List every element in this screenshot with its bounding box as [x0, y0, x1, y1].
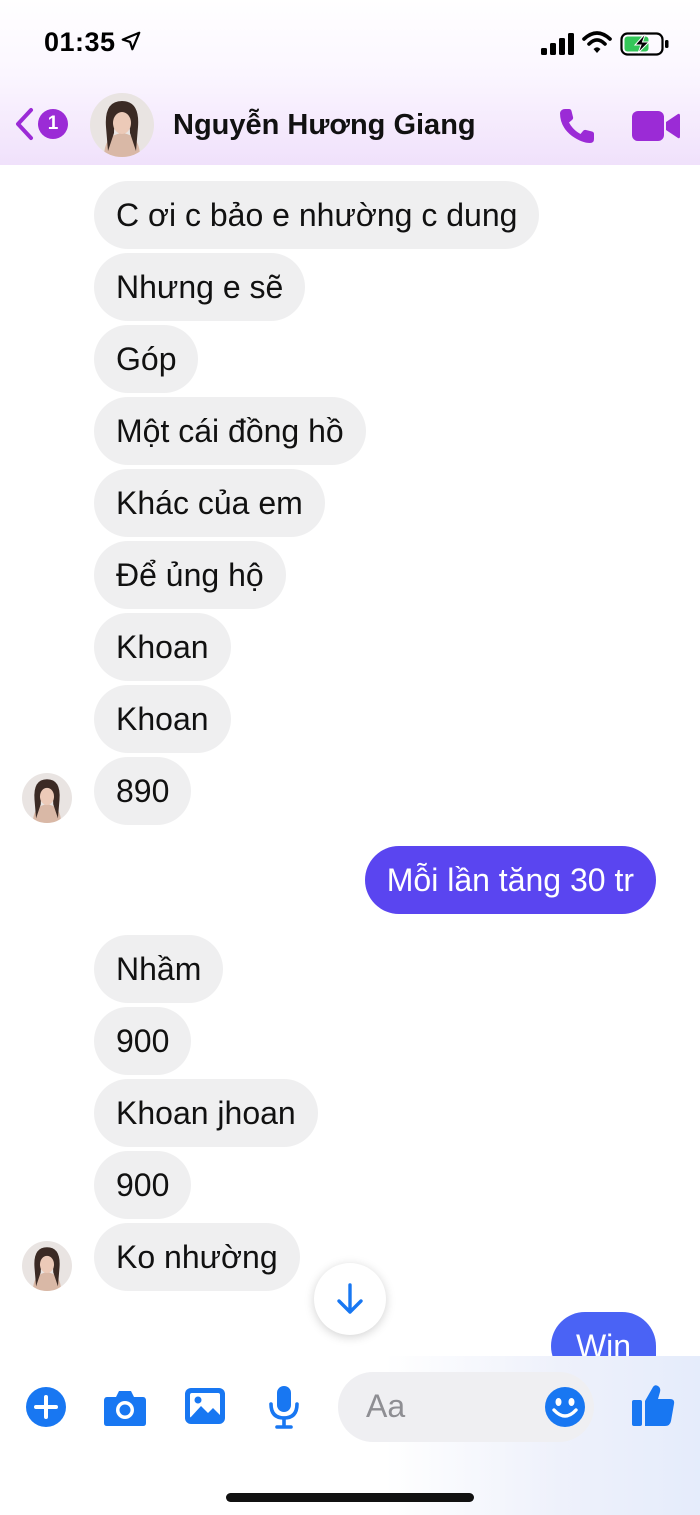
thumbs-up-icon[interactable] [630, 1382, 676, 1428]
sender-avatar[interactable] [22, 1241, 72, 1291]
contact-name[interactable]: Nguyễn Hương Giang [173, 109, 476, 142]
microphone-icon[interactable] [267, 1384, 301, 1430]
message-bubble[interactable]: Để ủng hộ [94, 541, 286, 609]
message-bubble[interactable]: Một cái đồng hồ [94, 397, 366, 465]
message-bubble[interactable]: 890 [94, 757, 192, 825]
message-bubble[interactable]: Nhưng e sẽ [94, 253, 306, 321]
message-bubble[interactable]: 900 [94, 1151, 192, 1219]
message-input-placeholder: Aa [366, 1388, 406, 1424]
unread-badge: 1 [38, 109, 68, 139]
image-icon[interactable] [183, 1386, 227, 1426]
conversation-nav: 1 Nguyễn Hương Giang [0, 88, 700, 165]
message-bubble[interactable]: Khoan [94, 613, 231, 681]
battery-charging-icon [620, 32, 669, 56]
message-input[interactable]: Aa [338, 1372, 594, 1442]
back-button[interactable]: 1 [14, 103, 74, 145]
video-call-icon[interactable] [630, 107, 682, 145]
message-bubble[interactable]: Khoan [94, 685, 231, 753]
phone-call-icon[interactable] [556, 105, 598, 147]
message-bubble[interactable]: Góp [94, 325, 199, 393]
scroll-to-bottom-button[interactable] [314, 1263, 386, 1335]
arrow-down-icon [337, 1283, 363, 1314]
home-indicator [226, 1493, 474, 1502]
message-bubble[interactable]: C ơi c bảo e nhường c dung [94, 181, 540, 249]
message-bubble[interactable]: Khoan jhoan [94, 1079, 318, 1147]
status-bar: 01:35 [0, 0, 700, 88]
cellular-signal-icon [541, 33, 574, 55]
sender-avatar[interactable] [22, 773, 72, 823]
status-time: 01:35 [44, 27, 116, 57]
message-bubble[interactable]: Khác của em [94, 469, 325, 537]
message-composer: Aa [0, 1356, 700, 1515]
message-bubble[interactable]: Nhầm [94, 935, 224, 1003]
chevron-left-icon [16, 108, 33, 140]
message-bubble[interactable]: Ko nhường [94, 1223, 300, 1291]
plus-icon[interactable] [25, 1386, 67, 1428]
chat-header: 01:35 1 Nguyễn Hương Giang [0, 0, 700, 165]
location-arrow-icon [121, 31, 141, 51]
wifi-icon [582, 31, 612, 53]
contact-avatar[interactable] [90, 93, 154, 157]
message-bubble[interactable]: 900 [94, 1007, 192, 1075]
emoji-icon[interactable] [544, 1386, 586, 1428]
camera-icon[interactable] [102, 1388, 148, 1428]
my-message-bubble[interactable]: Mỗi lần tăng 30 tr [364, 846, 656, 914]
